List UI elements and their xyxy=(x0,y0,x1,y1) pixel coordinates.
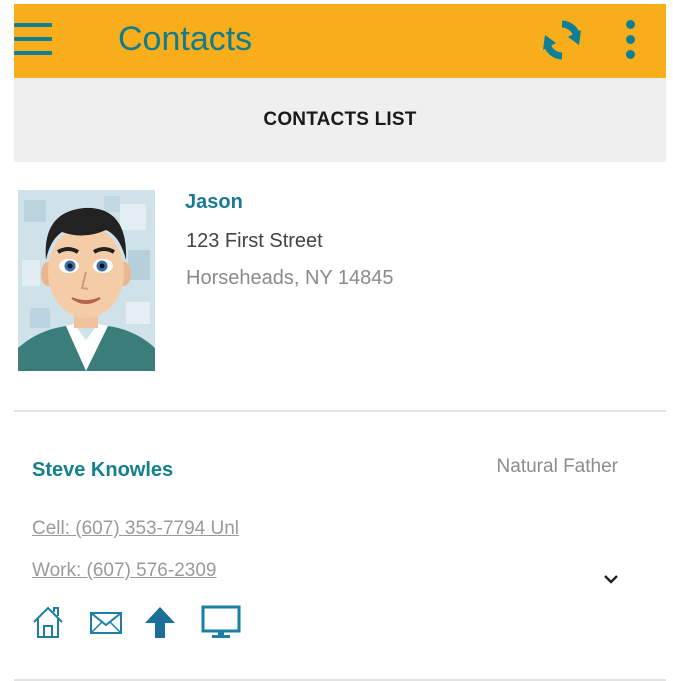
chevron-down-icon[interactable] xyxy=(600,570,622,588)
refresh-icon[interactable] xyxy=(540,18,584,62)
divider xyxy=(14,410,666,412)
app-title: Contacts xyxy=(118,20,253,58)
contact-relationship: Natural Father xyxy=(496,456,618,477)
work-phone-link[interactable]: Work: (607) 576-2309 xyxy=(32,560,216,582)
student-name[interactable]: Jason xyxy=(185,191,243,214)
home-icon[interactable] xyxy=(30,604,66,640)
computer-monitor-icon[interactable] xyxy=(200,604,242,640)
student-avatar xyxy=(18,190,155,371)
cell-phone-link[interactable]: Cell: (607) 353-7794 Unl xyxy=(32,518,239,540)
contact-name: Steve Knowles xyxy=(32,459,174,481)
section-header: CONTACTS LIST xyxy=(14,78,666,162)
section-title: CONTACTS LIST xyxy=(263,109,417,130)
student-address-city: Horseheads, NY 14845 xyxy=(186,267,394,289)
app-bar: Contacts xyxy=(14,4,666,78)
app-screen: Contacts CONTACTS LIST Jason 123 First S… xyxy=(14,4,666,681)
email-icon[interactable] xyxy=(88,604,124,640)
student-address-street: 123 First Street xyxy=(186,230,323,252)
more-vertical-icon[interactable] xyxy=(617,16,643,64)
upload-arrow-icon[interactable] xyxy=(142,604,178,640)
menu-icon[interactable] xyxy=(14,23,52,59)
